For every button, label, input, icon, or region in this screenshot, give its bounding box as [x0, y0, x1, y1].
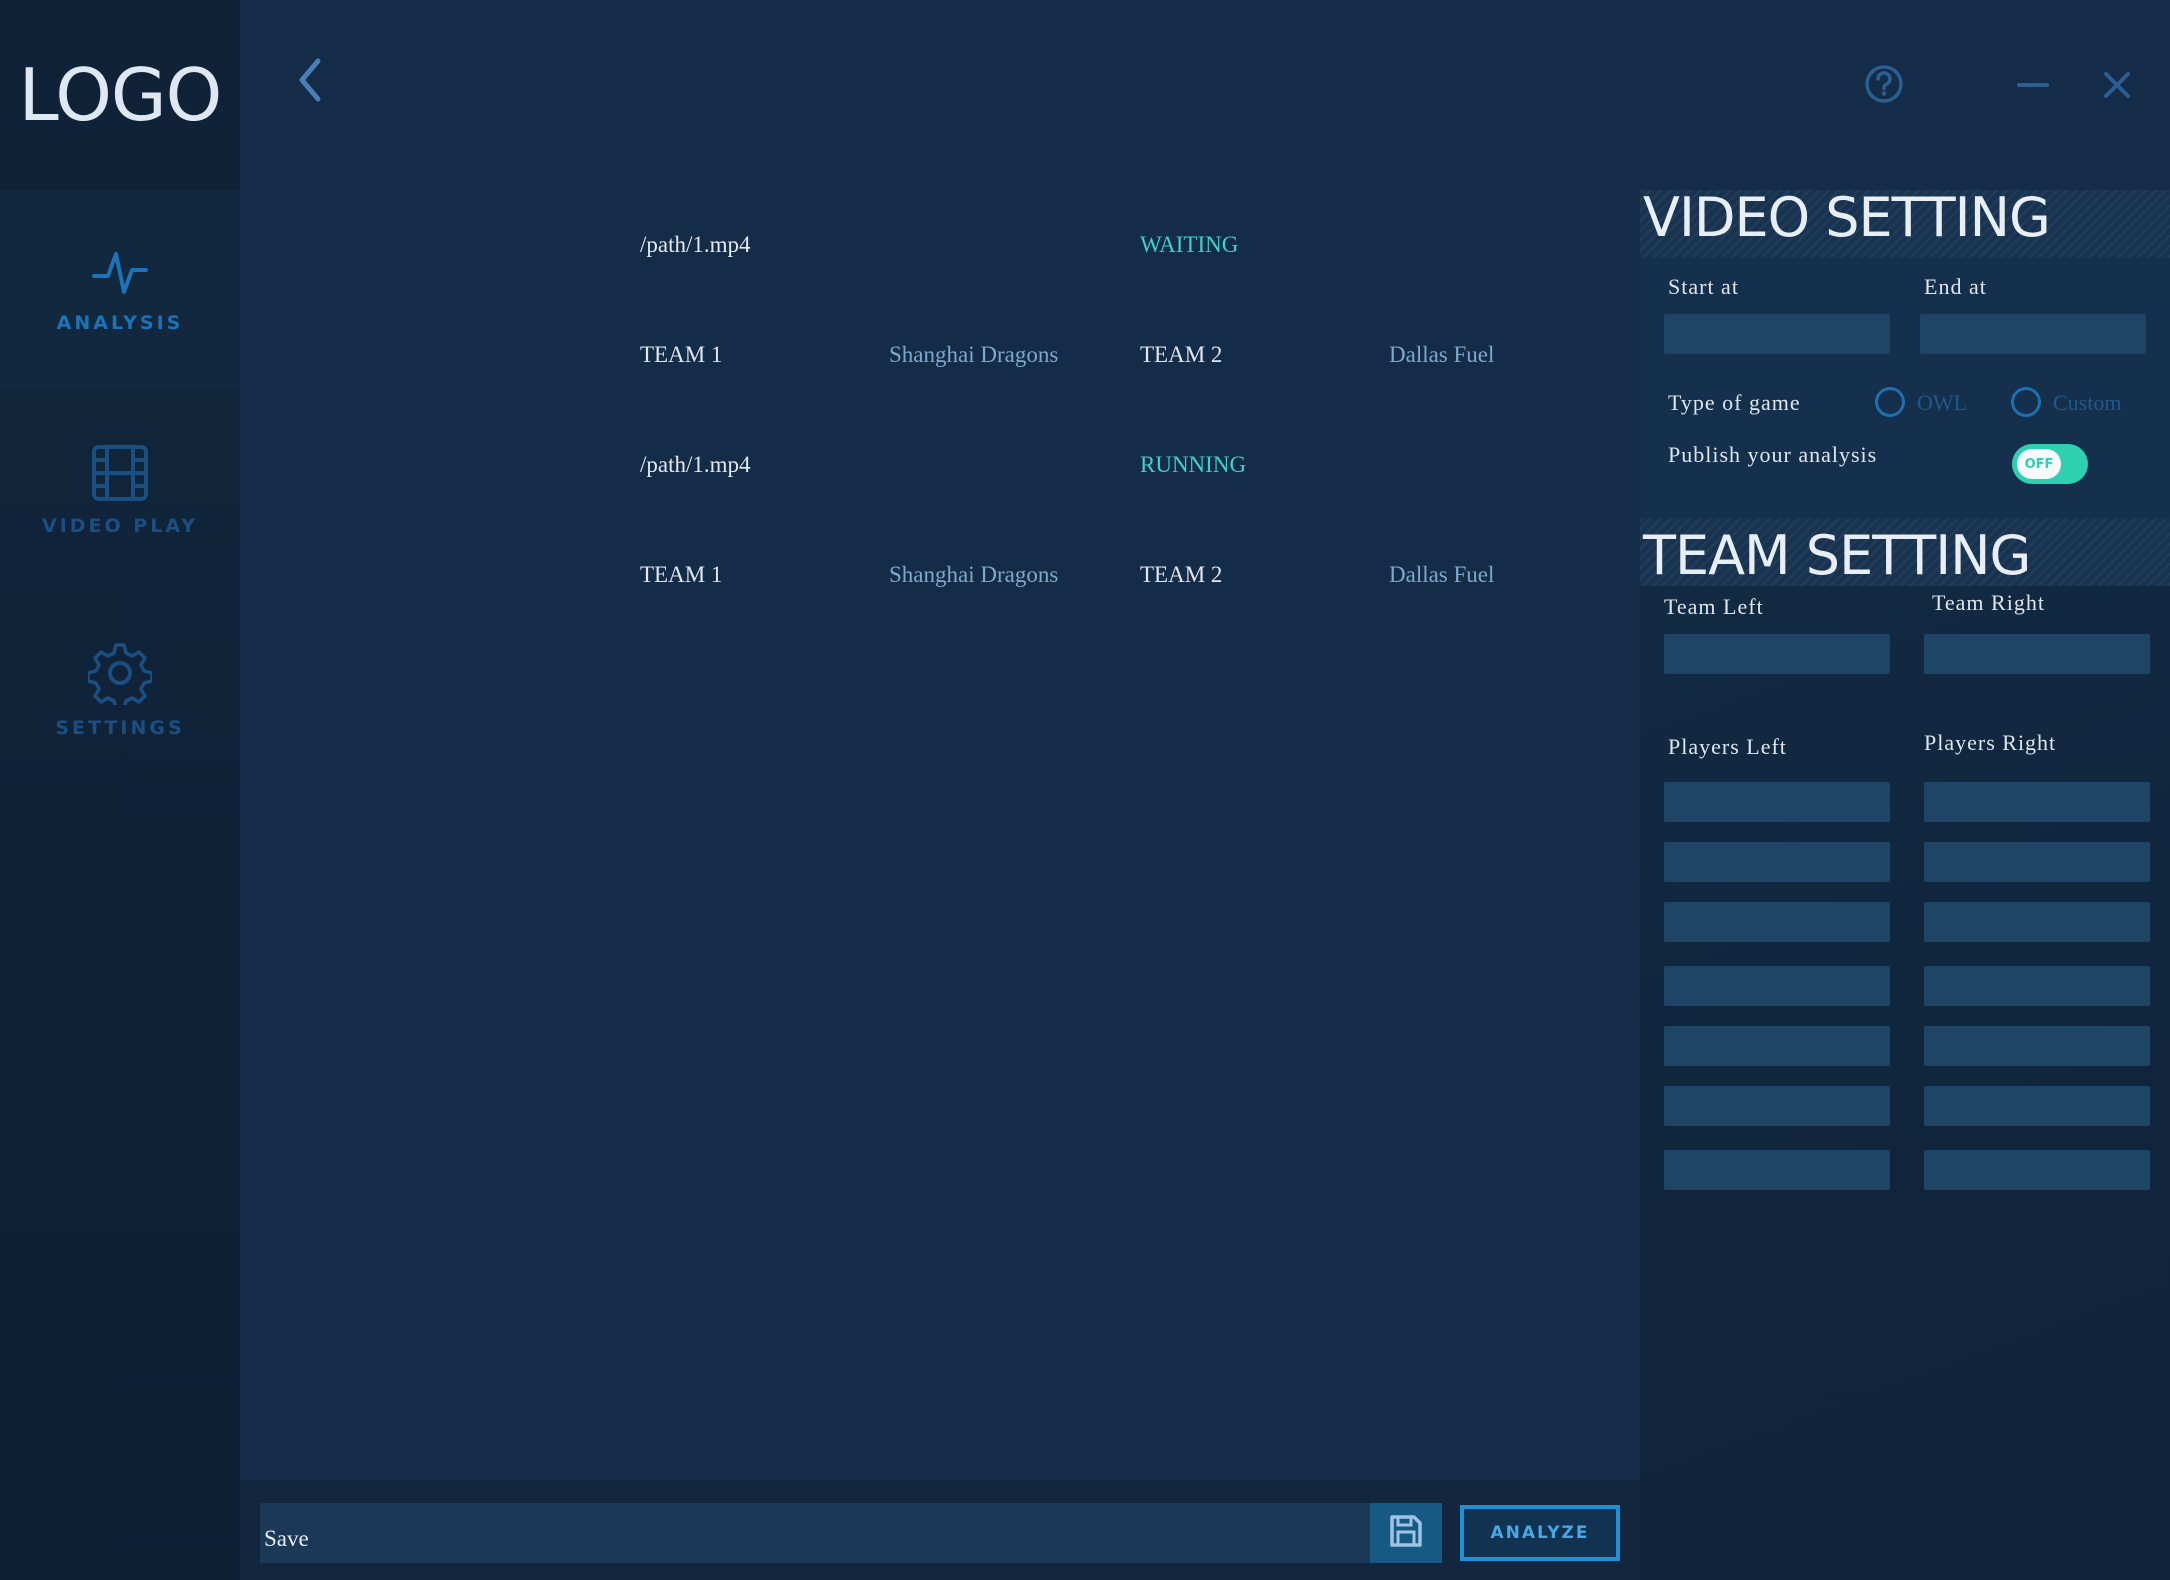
player-left-input[interactable] — [1664, 966, 1890, 1006]
publish-toggle-state: OFF — [2015, 447, 2063, 481]
sidebar-item-video-play[interactable]: VIDEO PLAY — [0, 390, 240, 590]
sidebar-item-settings[interactable]: SETTINGS — [0, 590, 240, 790]
minimize-icon — [2015, 83, 2051, 104]
team1-label: TEAM 1 — [640, 342, 723, 367]
close-button[interactable] — [2100, 68, 2134, 102]
player-left-input[interactable] — [1664, 1150, 1890, 1190]
job-row[interactable]: /path/1.mp4 RUNNING — [640, 452, 1600, 492]
video-setting-title: VIDEO SETTING — [1643, 186, 2051, 249]
team2-label: TEAM 2 — [1140, 562, 1223, 587]
team-right-label: Team Right — [1932, 590, 2045, 615]
player-left-input[interactable] — [1664, 902, 1890, 942]
team-setting-title: TEAM SETTING — [1643, 524, 2031, 587]
sidebar-item-label: SETTINGS — [55, 717, 185, 739]
team-left-input[interactable] — [1664, 634, 1890, 674]
owl-radio[interactable] — [1875, 387, 1905, 417]
team1-name: Shanghai Dragons — [889, 562, 1059, 587]
job-row[interactable]: /path/1.mp4 WAITING — [640, 232, 1600, 272]
custom-radio[interactable] — [2011, 387, 2041, 417]
job-teams-row: TEAM 1 Shanghai Dragons TEAM 2 Dallas Fu… — [640, 562, 1600, 602]
start-at-label: Start at — [1668, 274, 1739, 299]
job-teams-row: TEAM 1 Shanghai Dragons TEAM 2 Dallas Fu… — [640, 342, 1600, 382]
gear-icon — [88, 641, 152, 705]
logo-area: LOGO — [0, 0, 240, 190]
end-at-input[interactable] — [1920, 314, 2146, 354]
save-path-input[interactable] — [260, 1503, 1370, 1563]
minimize-button[interactable] — [2015, 70, 2051, 100]
team-right-input[interactable] — [1924, 634, 2150, 674]
team2-name: Dallas Fuel — [1389, 562, 1495, 587]
player-right-input[interactable] — [1924, 782, 2150, 822]
sidebar-item-label: ANALYSIS — [56, 312, 184, 334]
team-left-label: Team Left — [1664, 594, 1764, 619]
team2-name: Dallas Fuel — [1389, 342, 1495, 367]
sidebar-item-label: VIDEO PLAY — [42, 515, 198, 537]
player-right-input[interactable] — [1924, 966, 2150, 1006]
film-icon — [90, 443, 150, 503]
job-status: RUNNING — [1140, 452, 1247, 477]
end-at-label: End at — [1924, 274, 1987, 299]
sidebar: LOGO ANALYSIS VIDEO PLAY SETTINGS — [0, 0, 240, 1580]
start-at-input[interactable] — [1664, 314, 1890, 354]
owl-radio-label: OWL — [1917, 390, 1968, 415]
player-right-input[interactable] — [1924, 1086, 2150, 1126]
sidebar-item-analysis[interactable]: ANALYSIS — [0, 190, 240, 390]
players-left-label: Players Left — [1668, 734, 1787, 759]
job-status: WAITING — [1140, 232, 1239, 257]
close-icon — [2100, 72, 2134, 106]
players-right-label: Players Right — [1924, 730, 2057, 755]
player-right-input[interactable] — [1924, 902, 2150, 942]
team2-label: TEAM 2 — [1140, 342, 1223, 367]
player-left-input[interactable] — [1664, 782, 1890, 822]
team1-label: TEAM 1 — [640, 562, 723, 587]
logo: LOGO — [18, 53, 223, 137]
pulse-icon — [90, 246, 150, 300]
player-left-input[interactable] — [1664, 1086, 1890, 1126]
player-right-input[interactable] — [1924, 842, 2150, 882]
help-icon — [1862, 65, 1906, 110]
help-button[interactable] — [1862, 62, 1906, 106]
save-button[interactable] — [1370, 1503, 1442, 1563]
publish-toggle[interactable]: OFF — [2012, 444, 2088, 484]
custom-radio-label: Custom — [2053, 390, 2122, 415]
player-right-input[interactable] — [1924, 1026, 2150, 1066]
back-button[interactable] — [290, 55, 330, 105]
job-path: /path/1.mp4 — [640, 232, 751, 257]
player-right-input[interactable] — [1924, 1150, 2150, 1190]
publish-label: Publish your analysis — [1668, 442, 1878, 467]
game-type-label: Type of game — [1668, 390, 1801, 415]
chevron-left-icon — [290, 58, 330, 109]
player-left-input[interactable] — [1664, 1026, 1890, 1066]
floppy-disk-icon — [1387, 1512, 1425, 1555]
team1-name: Shanghai Dragons — [889, 342, 1059, 367]
player-left-input[interactable] — [1664, 842, 1890, 882]
job-path: /path/1.mp4 — [640, 452, 751, 477]
analyze-button[interactable]: ANALYZE — [1460, 1505, 1620, 1561]
